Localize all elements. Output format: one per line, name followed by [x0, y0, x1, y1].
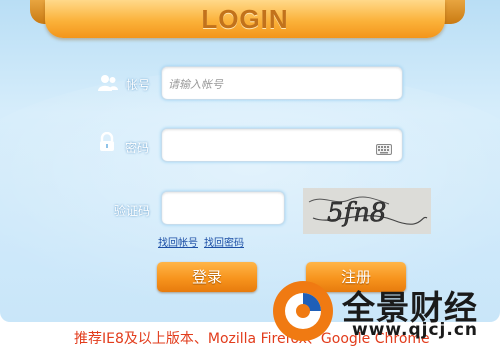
find-password-link[interactable]: 找回密码 [204, 238, 244, 249]
page-title: LOGIN [201, 4, 289, 34]
login-banner: LOGIN [45, 0, 445, 38]
captcha-input[interactable] [166, 192, 282, 226]
lock-icon [98, 131, 116, 156]
password-label: 密码 [125, 141, 150, 155]
banner-fold-right [443, 0, 465, 24]
captcha-label: 验证码 [114, 204, 151, 218]
users-icon [97, 74, 119, 96]
watermark-logo-icon [273, 281, 333, 341]
find-account-link[interactable]: 找回帐号 [158, 238, 198, 249]
login-button[interactable]: 登录 [157, 262, 257, 292]
password-input[interactable] [166, 129, 370, 163]
login-panel: LOGIN 帐号 密码 [0, 0, 500, 322]
account-field[interactable] [161, 66, 403, 101]
captcha-text: 5fn8 [327, 198, 386, 228]
captcha-image[interactable]: 5fn8 [303, 188, 431, 234]
recovery-links: 找回帐号 找回密码 [158, 234, 250, 249]
watermark: 全景财经 www.qjcj.cn [270, 278, 500, 349]
account-input[interactable] [166, 67, 400, 101]
watermark-url: www.qjcj.cn [352, 320, 479, 340]
keyboard-icon[interactable] [376, 140, 392, 159]
password-field[interactable] [161, 128, 403, 163]
account-label: 帐号 [126, 78, 151, 92]
captcha-field[interactable] [161, 191, 285, 226]
